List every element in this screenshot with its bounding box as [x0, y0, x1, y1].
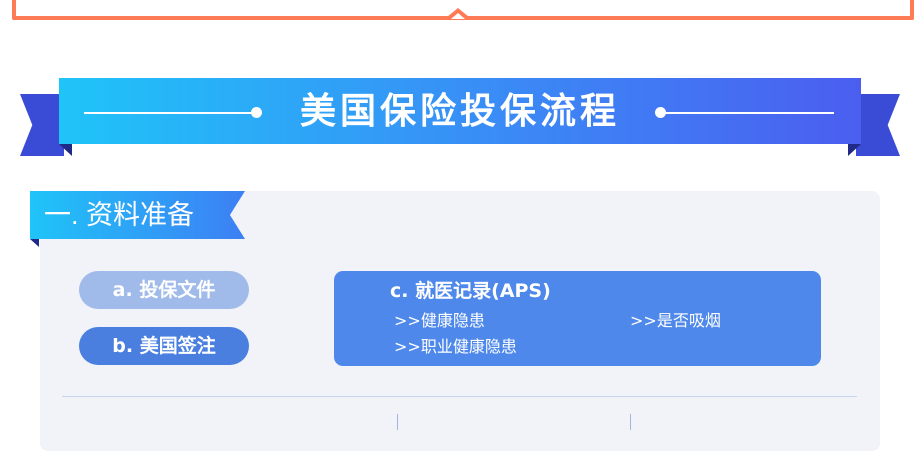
section-title: 一. 资料准备 [44, 200, 195, 230]
document-pill-application[interactable]: a. 投保文件 [79, 271, 249, 309]
ribbon-dot-left [251, 107, 262, 118]
section-divider [62, 396, 857, 397]
frame-notch-inner [451, 13, 465, 19]
ribbon-fold-left [59, 144, 72, 156]
aps-card-title: c. 就医记录(APS) [390, 280, 551, 302]
ribbon-line-right [664, 112, 834, 114]
ribbon-tail-right [856, 94, 900, 156]
ribbon-dot-right [655, 107, 666, 118]
ribbon-fold-right [848, 144, 861, 156]
aps-item-health-risk: >>健康隐患 [394, 311, 485, 330]
aps-item-occupational-health: >>职业健康隐患 [394, 337, 517, 356]
section-tab-fold [30, 239, 39, 247]
aps-item-smoking: >>是否吸烟 [630, 311, 721, 330]
ribbon-line-left [84, 112, 254, 114]
document-pill-visa[interactable]: b. 美国签注 [79, 327, 249, 365]
page-title: 美国保险投保流程 [299, 91, 620, 132]
ribbon-tail-left [20, 94, 64, 156]
